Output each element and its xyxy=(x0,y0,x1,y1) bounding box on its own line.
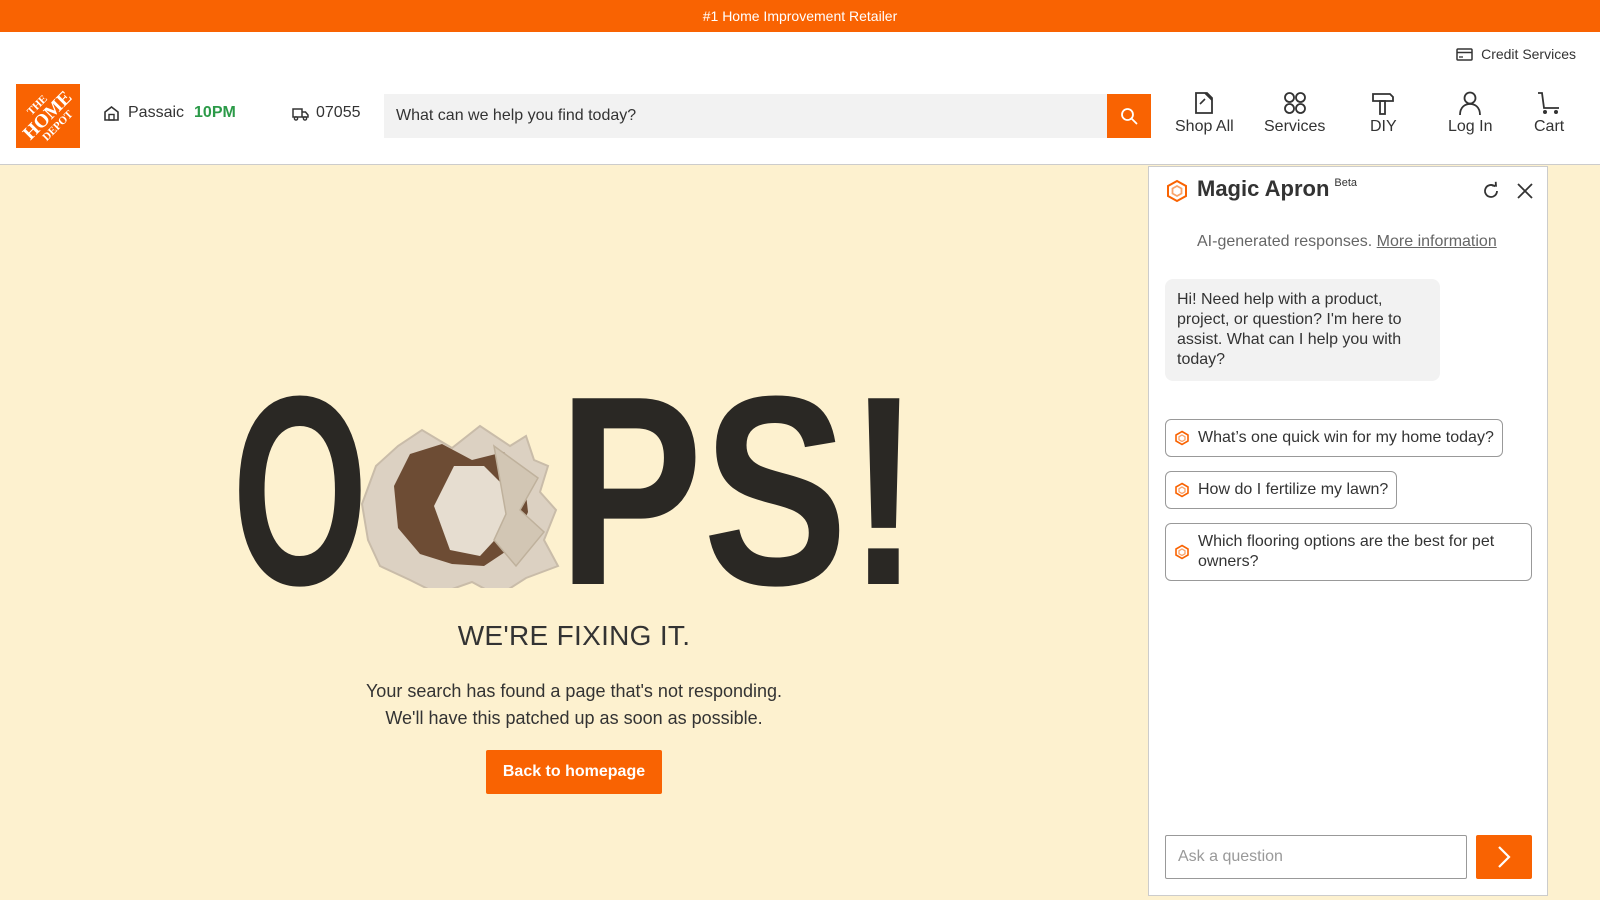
diy-icon xyxy=(1372,93,1395,115)
error-heading: WE'RE FIXING IT. xyxy=(457,620,691,651)
nav-shop-all-label: Shop All xyxy=(1175,118,1234,135)
error-message: Your search has found a page that's not … xyxy=(0,678,1148,732)
ai-disclaimer-text: AI-generated responses. xyxy=(1197,233,1373,250)
magic-apron-panel: Magic Apron Beta AI-generated responses.… xyxy=(1148,166,1548,896)
shop-all-icon xyxy=(1195,92,1214,114)
oops-letters-ps: PS! xyxy=(558,388,920,588)
store-icon xyxy=(104,105,119,121)
search-icon xyxy=(1121,108,1138,125)
nav-diy[interactable]: DIY xyxy=(1370,90,1397,136)
credit-services-link[interactable]: Credit Services xyxy=(1456,46,1576,62)
delivery-truck-icon xyxy=(292,107,309,121)
search-bar xyxy=(384,94,1151,138)
ai-disclaimer: AI-generated responses. More information xyxy=(1197,233,1497,251)
nav-diy-label: DIY xyxy=(1370,118,1397,135)
nav-log-in-label: Log In xyxy=(1448,118,1493,135)
delivery-zip-selector[interactable]: 07055 xyxy=(292,104,361,122)
beta-badge: Beta xyxy=(1334,177,1358,189)
magic-apron-small-icon xyxy=(1175,482,1189,498)
suggestion-text: What’s one quick win for my home today? xyxy=(1198,429,1494,446)
nav-services-label: Services xyxy=(1264,118,1326,135)
magic-apron-logo-icon xyxy=(1167,179,1187,203)
credit-services-label: Credit Services xyxy=(1481,46,1576,62)
magic-apron-small-icon xyxy=(1175,544,1189,560)
error-message-line-2: We'll have this patched up as soon as po… xyxy=(385,708,763,728)
services-icon xyxy=(1283,92,1306,114)
oops-hero-graphic: O PS! xyxy=(232,388,920,588)
search-button[interactable] xyxy=(1107,94,1151,138)
store-name: Passaic xyxy=(128,104,185,121)
more-information-link[interactable]: More information xyxy=(1377,233,1497,250)
assistant-greeting-message: Hi! Need help with a product, project, o… xyxy=(1165,279,1440,381)
search-input[interactable] xyxy=(384,94,1151,138)
ask-question-field xyxy=(1165,835,1467,879)
nav-shop-all[interactable]: Shop All xyxy=(1175,90,1234,136)
error-message-line-1: Your search has found a page that's not … xyxy=(365,681,783,701)
store-selector[interactable]: Passaic 10PM xyxy=(103,104,236,122)
nav-services[interactable]: Services xyxy=(1264,90,1325,136)
oops-letter-o: O xyxy=(232,388,368,588)
nav-cart-label: Cart xyxy=(1534,118,1565,135)
suggestion-chip[interactable]: How do I fertilize my lawn? xyxy=(1165,471,1398,509)
suggestion-chip[interactable]: Which flooring options are the best for … xyxy=(1165,523,1532,581)
logo-wordmark: THE HOME DEPOT xyxy=(18,86,77,145)
suggestion-chip[interactable]: What’s one quick win for my home today? xyxy=(1165,419,1503,457)
error-content: O PS! WE'RE FIXING IT. Your search has f… xyxy=(0,166,1148,900)
magic-apron-small-icon xyxy=(1175,430,1189,446)
magic-apron-title: Magic Apron Beta xyxy=(1197,176,1357,202)
nav-cart[interactable]: Cart xyxy=(1534,90,1564,136)
back-to-homepage-button[interactable]: Back to homepage xyxy=(486,750,662,794)
cart-icon xyxy=(1538,92,1560,114)
credit-card-icon xyxy=(1456,47,1473,61)
suggestion-text: Which flooring options are the best for … xyxy=(1198,533,1495,570)
send-button[interactable] xyxy=(1476,835,1532,879)
ask-question-input[interactable] xyxy=(1166,836,1466,878)
torn-drywall-hole xyxy=(360,424,560,588)
chevron-right-icon xyxy=(1498,846,1511,868)
site-header: Credit Services THE HOME DEPOT Passaic 1… xyxy=(0,32,1600,165)
user-icon xyxy=(1459,91,1482,116)
refresh-icon[interactable] xyxy=(1481,181,1501,201)
home-depot-logo[interactable]: THE HOME DEPOT xyxy=(16,84,80,148)
magic-apron-title-text: Magic Apron xyxy=(1197,176,1330,201)
nav-log-in[interactable]: Log In xyxy=(1448,90,1492,136)
store-hours: 10PM xyxy=(194,104,236,121)
suggestion-text: How do I fertilize my lawn? xyxy=(1198,481,1389,498)
delivery-zip-code: 07055 xyxy=(316,104,361,121)
promo-banner: #1 Home Improvement Retailer xyxy=(0,0,1600,32)
close-icon[interactable] xyxy=(1515,181,1535,201)
promo-text: #1 Home Improvement Retailer xyxy=(702,8,898,24)
